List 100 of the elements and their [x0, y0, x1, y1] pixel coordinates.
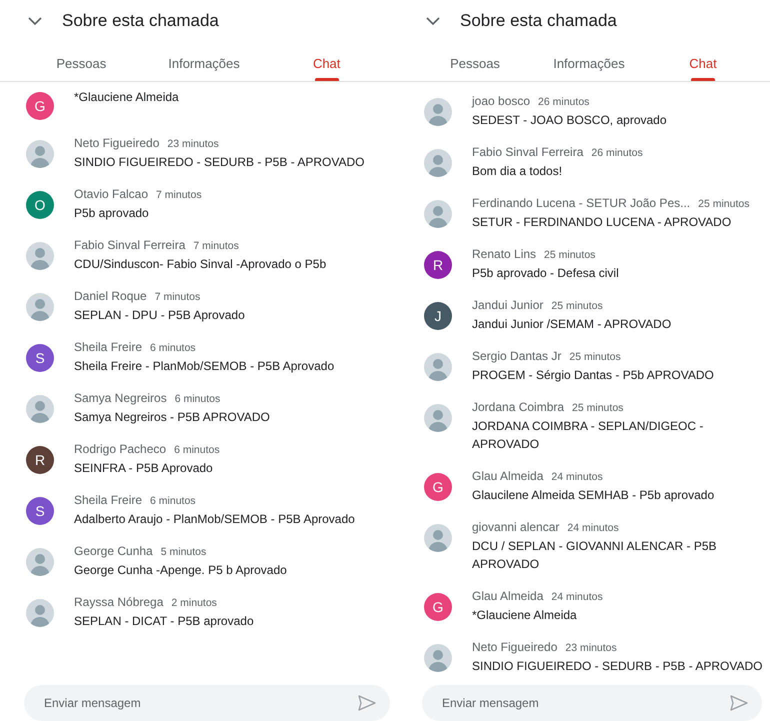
sender-name: Rayssa Nóbrega	[74, 595, 164, 609]
sender-name: Jordana Coimbra	[472, 400, 564, 414]
message-time: 5 minutos	[160, 546, 206, 558]
chevron-down-icon[interactable]	[426, 16, 440, 26]
avatar-silhouette-icon	[26, 293, 54, 321]
message-text: JORDANA COIMBRA - SEPLAN/DIGEOC - APROVADO	[472, 418, 704, 453]
message-time: 26 minutos	[591, 147, 643, 159]
panel-title: Sobre esta chamada	[460, 11, 617, 31]
message-text: SEDEST - JOAO BOSCO, aprovado	[472, 112, 667, 129]
message-input[interactable]: Enviar mensagem	[440, 695, 730, 711]
sender-name: Sergio Dantas Jr	[472, 349, 562, 363]
sender-name: giovanni alencar	[472, 520, 560, 534]
avatar-letter: G	[26, 92, 54, 120]
message-input[interactable]: Enviar mensagem	[42, 695, 358, 711]
message-time: 6 minutos	[150, 495, 196, 507]
sender-name: Renato Lins	[472, 247, 536, 261]
avatar-silhouette-icon	[424, 644, 452, 672]
avatar-silhouette-icon	[26, 599, 54, 627]
sender-name: Samya Negreiros	[74, 391, 167, 405]
sender-name: Jandui Junior	[472, 298, 544, 312]
message-text: Glaucilene Almeida SEMHAB - P5b aprovado	[472, 487, 714, 504]
message-text: P5b aprovado - Defesa civil	[472, 265, 619, 282]
sender-name: George Cunha	[74, 544, 153, 558]
avatar-letter: S	[26, 344, 54, 372]
avatar-silhouette-icon	[424, 353, 452, 381]
sender-name: Glau Almeida	[472, 469, 544, 483]
sender-name: Sheila Freire	[74, 340, 142, 354]
avatar-silhouette-icon	[424, 404, 452, 432]
avatar-letter: G	[424, 473, 452, 501]
avatar-silhouette-icon	[424, 524, 452, 552]
message-time: 6 minutos	[174, 444, 220, 456]
message-field[interactable]: Enviar mensagem	[24, 685, 390, 721]
message-time: 23 minutos	[167, 138, 219, 150]
message-text: DCU / SEPLAN - GIOVANNI ALENCAR - P5B APROVADO	[472, 538, 718, 573]
message-time: 2 minutos	[171, 597, 217, 609]
tab[interactable]: Chat	[646, 48, 760, 81]
sender-name: Daniel Roque	[74, 289, 147, 303]
message-text: SEINFRA - P5B Aprovado	[74, 460, 214, 477]
sender-name: Rodrigo Pacheco	[74, 442, 166, 456]
message-time: 6 minutos	[150, 342, 196, 354]
message-text: Sheila Freire - PlanMob/SEMOB - P5B Aprovado	[74, 358, 334, 375]
avatar-silhouette-icon	[26, 140, 54, 168]
message-text: George Cunha -Apenge. P5 b Aprovado	[74, 562, 287, 579]
message-text: Jandui Junior /SEMAM - APROVADO	[472, 316, 672, 333]
message-text: SETUR - FERDINANDO LUCENA - APROVADO	[472, 214, 732, 231]
avatar-silhouette-icon	[424, 98, 452, 126]
message-time: 25 minutos	[572, 402, 624, 414]
avatar-silhouette-icon	[424, 200, 452, 228]
message-text: *Glauciene Almeida	[74, 89, 179, 106]
message-time: 25 minutos	[544, 249, 596, 261]
message-time: 7 minutos	[154, 291, 200, 303]
sender-name: Fabio Sinval Ferreira	[74, 238, 186, 252]
avatar-letter: O	[26, 191, 54, 219]
message-time: 26 minutos	[538, 96, 590, 108]
message-text: Bom dia a todos!	[472, 163, 564, 180]
message-text: *Glauciene Almeida	[472, 607, 578, 624]
message-text: SINDIO FIGUEIREDO - SEDURB - P5B - APROVADO	[74, 154, 364, 171]
tab[interactable]: Pessoas	[20, 48, 143, 81]
avatar-letter: R	[424, 251, 452, 279]
tab[interactable]: Pessoas	[418, 48, 532, 81]
message-text: Adalberto Araujo - PlanMob/SEMOB - P5B Aprovado	[74, 511, 355, 528]
message-text: Samya Negreiros - P5B APROVADO	[74, 409, 270, 426]
avatar-letter: G	[424, 593, 452, 621]
message-time: 6 minutos	[174, 393, 220, 405]
sender-name: Fabio Sinval Ferreira	[472, 145, 584, 159]
tab[interactable]: Informações	[532, 48, 646, 81]
avatar-silhouette-icon	[424, 149, 452, 177]
sender-name: Glau Almeida	[472, 589, 544, 603]
message-text: PROGEM - Sérgio Dantas - P5b APROVADO	[472, 367, 714, 384]
avatar-silhouette-icon	[26, 548, 54, 576]
sender-name: Ferdinando Lucena - SETUR João Pes...	[472, 196, 690, 210]
message-time: 7 minutos	[156, 189, 202, 201]
message-time: 24 minutos	[551, 471, 603, 483]
sender-name: Otavio Falcao	[74, 187, 148, 201]
message-text: SEPLAN - DICAT - P5B aprovado	[74, 613, 254, 630]
message-text: CDU/Sinduscon- Fabio Sinval -Aprovado o P5b	[74, 256, 326, 273]
avatar-silhouette-icon	[26, 242, 54, 270]
message-time: 25 minutos	[551, 300, 603, 312]
message-time: 24 minutos	[551, 591, 603, 603]
message-text: SINDIO FIGUEIREDO - SEDURB - P5B - APROVADO	[472, 658, 762, 675]
avatar-letter: J	[424, 302, 452, 330]
message-text: P5b aprovado	[74, 205, 150, 222]
avatar-silhouette-icon	[26, 395, 54, 423]
chevron-down-icon[interactable]	[28, 16, 42, 26]
message-time: 25 minutos	[698, 198, 750, 210]
sender-name: Sheila Freire	[74, 493, 142, 507]
tab[interactable]: Informações	[142, 48, 266, 81]
message-field[interactable]: Enviar mensagem	[422, 685, 762, 721]
panel-title: Sobre esta chamada	[62, 11, 219, 31]
avatar-letter: S	[26, 497, 54, 525]
message-time: 23 minutos	[565, 642, 617, 654]
sender-name: joao bosco	[472, 94, 530, 108]
message-time: 25 minutos	[569, 351, 621, 363]
sender-name: Neto Figueiredo	[472, 640, 558, 654]
message-text: SEPLAN - DPU - P5B Aprovado	[74, 307, 245, 324]
tab[interactable]: Chat	[265, 48, 388, 81]
message-time: 24 minutos	[567, 522, 619, 534]
message-time: 7 minutos	[193, 240, 239, 252]
avatar-letter: R	[26, 446, 54, 474]
sender-name: Neto Figueiredo	[74, 136, 160, 150]
